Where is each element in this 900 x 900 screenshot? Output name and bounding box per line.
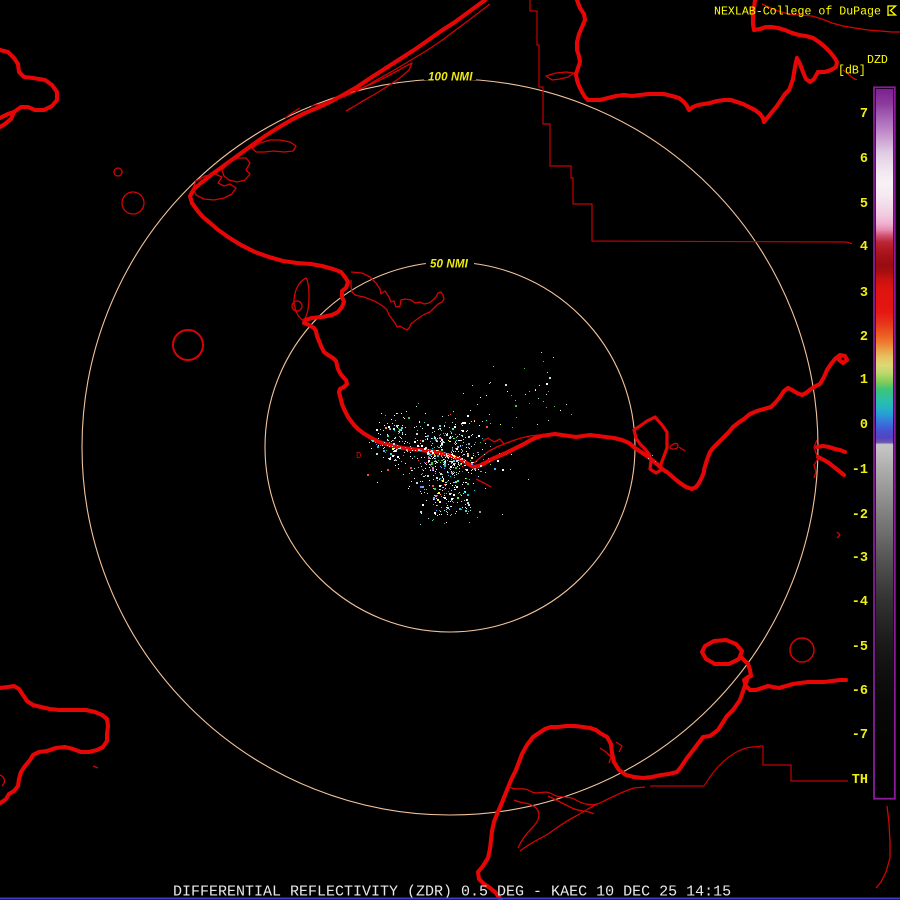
svg-text:-1: -1 xyxy=(852,463,868,478)
svg-text:[dB]: [dB] xyxy=(838,65,866,78)
svg-text:6: 6 xyxy=(860,152,868,167)
svg-text:3: 3 xyxy=(860,286,868,301)
svg-text:TH: TH xyxy=(852,773,868,788)
svg-text:-5: -5 xyxy=(852,640,868,655)
svg-text:100 NMI: 100 NMI xyxy=(428,71,473,84)
svg-text:-2: -2 xyxy=(852,508,868,523)
svg-text:NEXLAB-College of DuPage: NEXLAB-College of DuPage xyxy=(714,6,881,19)
svg-text:-3: -3 xyxy=(852,551,868,566)
svg-text:D: D xyxy=(356,451,361,461)
svg-text:DZD: DZD xyxy=(867,54,888,67)
svg-text:4: 4 xyxy=(860,240,868,255)
svg-text:0: 0 xyxy=(860,418,868,433)
svg-text:50 NMI: 50 NMI xyxy=(430,258,469,271)
svg-text:7: 7 xyxy=(860,107,868,122)
svg-text:-4: -4 xyxy=(852,595,868,610)
svg-text:-6: -6 xyxy=(852,684,868,699)
svg-text:-7: -7 xyxy=(852,728,868,743)
svg-text:2: 2 xyxy=(860,330,868,345)
svg-text:5: 5 xyxy=(860,197,868,212)
svg-text:1: 1 xyxy=(860,373,868,388)
